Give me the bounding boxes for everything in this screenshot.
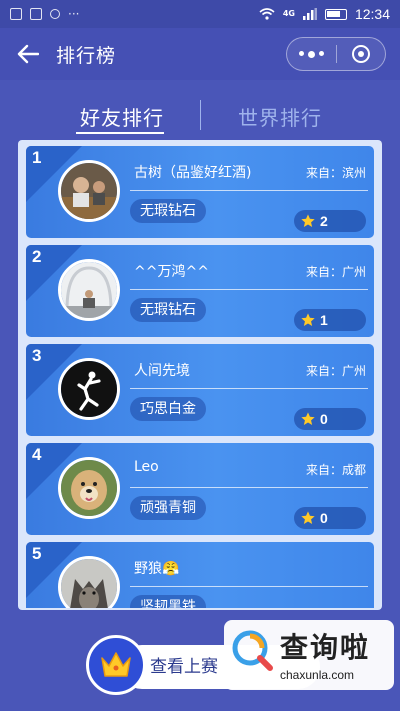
page-title: 排行榜: [56, 44, 117, 67]
ranking-row[interactable]: 1 古树（品鉴好红酒) 来自：滨州 无瑕钻石 2: [26, 146, 374, 238]
crown-icon: [101, 652, 131, 677]
tab-underline: [76, 132, 164, 134]
player-name: Leo: [134, 459, 159, 475]
app-grid-icon: [10, 8, 22, 20]
level-badge: 巧思白金: [130, 397, 206, 421]
star-icon: [301, 412, 315, 425]
level-badge: 无瑕钻石: [130, 199, 206, 223]
search-magnifier-logo-icon: [232, 630, 273, 671]
star-count: 1: [294, 309, 366, 331]
star-count: 0: [294, 408, 366, 430]
star-icon: [301, 313, 315, 326]
ranking-row[interactable]: 5 野狼😤 坚韧黑铁: [26, 542, 374, 608]
player-name: 野狼😤: [134, 561, 180, 577]
star-icon: [301, 214, 315, 227]
tab-friends[interactable]: 好友排行: [80, 102, 164, 131]
ranking-tabs: 好友排行 世界排行: [0, 96, 400, 140]
tab-divider: [200, 100, 201, 130]
player-origin: 来自：广州: [305, 364, 366, 378]
level-badge: 顽强青铜: [130, 496, 206, 520]
avatar: [58, 358, 120, 420]
status-bar: ··· 4G 12:34: [0, 0, 400, 28]
star-count-value: 0: [320, 510, 328, 526]
star-icon: [301, 511, 315, 524]
crown-badge[interactable]: [86, 635, 146, 695]
ranking-list[interactable]: 1 古树（品鉴好红酒) 来自：滨州 无瑕钻石 2 2 ^^万鸿^^ 来自：广州 …: [26, 146, 374, 608]
player-origin: 来自：广州: [305, 265, 366, 279]
network-type: 4G: [282, 9, 295, 18]
avatar: [58, 457, 120, 519]
star-count-value: 0: [320, 411, 328, 427]
rank-number: 3: [32, 346, 42, 365]
nav-header: 排行榜: [0, 28, 400, 80]
miniprogram-capsule: [286, 37, 386, 71]
signal-icon: [302, 8, 317, 20]
avatar: [58, 160, 120, 222]
more-dots-icon: [298, 50, 324, 58]
tab-world[interactable]: 世界排行: [238, 102, 322, 131]
more-button[interactable]: [287, 38, 336, 70]
close-miniprogram-button[interactable]: [337, 38, 386, 70]
rank-number: 2: [32, 247, 42, 266]
player-name: 人间先境: [134, 363, 190, 379]
back-button[interactable]: [14, 40, 42, 68]
rank-number: 5: [32, 544, 42, 563]
arrow-left-icon: [17, 44, 39, 64]
player-name: ^^万鸿^^: [134, 264, 209, 280]
player-origin: 来自：滨州: [305, 166, 366, 180]
watermark-url: chaxunla.com: [280, 668, 355, 682]
battery-icon: [324, 8, 347, 20]
star-count: 2: [294, 210, 366, 232]
ranking-row[interactable]: 2 ^^万鸿^^ 来自：广州 无瑕钻石 1: [26, 245, 374, 337]
rank-number: 4: [32, 445, 42, 464]
circle-icon: [50, 9, 60, 19]
watermark-text: 查询啦: [280, 631, 371, 664]
clock: 12:34: [354, 6, 390, 22]
ranking-row[interactable]: 4 Leo 来自：成都 顽强青铜 0: [26, 443, 374, 535]
avatar: [58, 259, 120, 321]
star-count-value: 1: [320, 312, 328, 328]
star-count: 0: [294, 507, 366, 529]
star-count-value: 2: [320, 213, 328, 229]
watermark: 查询啦 chaxunla.com: [224, 620, 394, 690]
image-icon: [30, 8, 42, 20]
level-badge: 坚韧黑铁: [130, 595, 206, 608]
level-badge: 无瑕钻石: [130, 298, 206, 322]
player-name: 古树（品鉴好红酒): [134, 165, 252, 181]
rank-number: 1: [32, 148, 42, 167]
avatar: [58, 556, 120, 608]
ranking-row[interactable]: 3 人间先境 来自：广州 巧思白金 0: [26, 344, 374, 436]
target-icon: [351, 45, 370, 63]
more-icon: ···: [68, 7, 80, 21]
wifi-icon: [259, 8, 275, 20]
player-origin: 来自：成都: [305, 463, 366, 477]
